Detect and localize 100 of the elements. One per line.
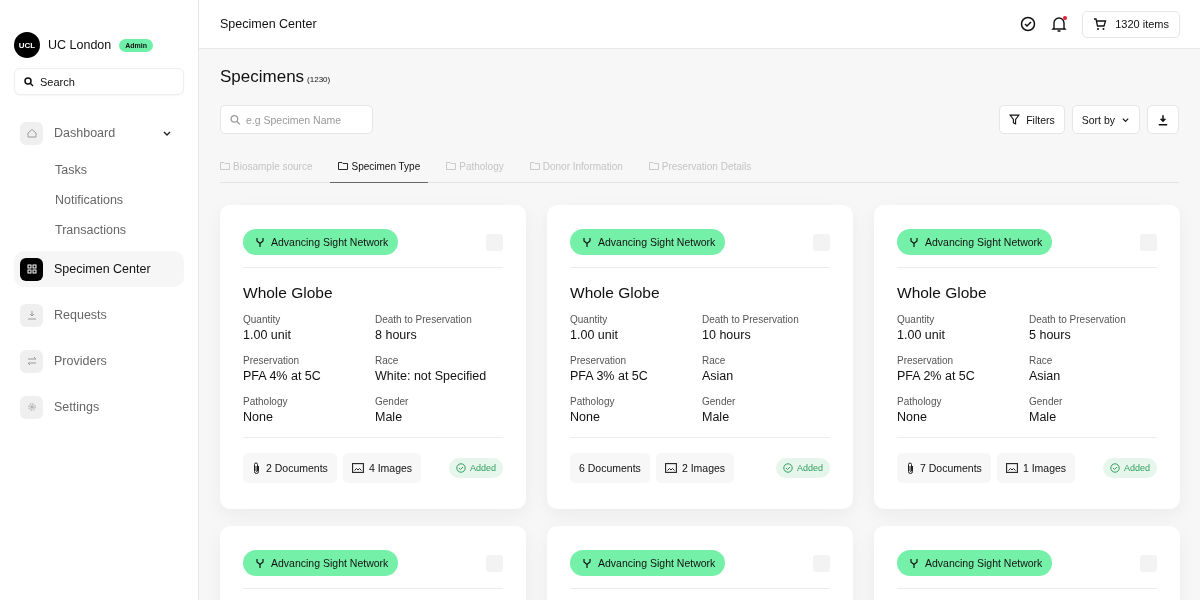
- bell-icon[interactable]: [1050, 15, 1069, 33]
- image-icon: [1005, 463, 1018, 473]
- search-icon: [24, 76, 34, 87]
- nav-item[interactable]: Specimen Center: [14, 251, 184, 287]
- filters-button[interactable]: Filters: [999, 105, 1065, 134]
- field-label: Pathology: [570, 396, 616, 407]
- field-label: Pathology: [243, 396, 289, 407]
- network-tag: Advancing Sight Network: [570, 229, 726, 255]
- network-tag: Advancing Sight Network: [243, 550, 399, 576]
- org-name: UC London: [48, 38, 112, 52]
- field-value: Asian: [1029, 369, 1062, 383]
- cart-button[interactable]: 1320 items: [1082, 10, 1180, 38]
- network-tag: Advancing Sight Network: [243, 229, 399, 255]
- folder-icon: [648, 162, 659, 170]
- nav-subitem[interactable]: Notifications: [14, 185, 184, 215]
- field-value: 1.00 unit: [243, 328, 292, 342]
- specimen-card[interactable]: Advancing Sight Network Whole Globe Quantity 1.00 unit Death to Preservation 8 hours Preservation PFA 4% at 5C Race White: not Specified Pathology None Gender Male 2 Documents 4 Images Added: [220, 205, 526, 509]
- search-icon: [230, 114, 241, 125]
- added-status: Added: [775, 458, 830, 478]
- search-field[interactable]: Search: [14, 68, 184, 95]
- field-value: White: not Specified: [375, 369, 488, 383]
- check-circle-icon[interactable]: [1020, 16, 1037, 32]
- field-value: 8 hours: [375, 328, 418, 342]
- field-label: Gender: [702, 396, 737, 407]
- fork-icon: [909, 236, 919, 248]
- specimen-card[interactable]: Advancing Sight Network: [220, 526, 526, 600]
- filter-icon: [1009, 114, 1021, 125]
- nav-item[interactable]: Providers: [14, 343, 184, 379]
- nav-item[interactable]: Dashboard: [14, 115, 184, 151]
- fork-icon: [909, 557, 919, 569]
- field-label: Pathology: [897, 396, 943, 407]
- field-value: 1.00 unit: [897, 328, 946, 342]
- card-title: Whole Globe: [243, 284, 334, 302]
- field-value: None: [897, 410, 928, 424]
- fork-icon: [255, 236, 265, 248]
- documents-chip[interactable]: 7 Documents: [897, 453, 991, 483]
- field-label: Quantity: [570, 314, 609, 325]
- field-label: Death to Preservation: [702, 314, 800, 325]
- download-icon: [26, 310, 37, 320]
- folder-icon: [220, 162, 230, 170]
- grid-icon: [26, 264, 37, 274]
- nav-subitem[interactable]: Tasks: [14, 155, 184, 185]
- network-tag: Advancing Sight Network: [897, 229, 1053, 255]
- field-value: PFA 4% at 5C: [243, 369, 322, 383]
- cart-icon: [1093, 17, 1108, 31]
- folder-icon: [338, 162, 349, 170]
- chevron-down-icon: [1121, 115, 1130, 124]
- field-label: Preservation: [897, 355, 955, 366]
- images-chip[interactable]: 2 Images: [655, 453, 735, 483]
- fork-icon: [582, 236, 592, 248]
- sort-dropdown[interactable]: Sort by: [1071, 105, 1140, 134]
- field-label: Race: [1029, 355, 1054, 366]
- specimen-card[interactable]: Advancing Sight Network Whole Globe Quantity 1.00 unit Death to Preservation 10 hours Preservation PFA 3% at 5C Race Asian Pathology None Gender Male 6 Documents 2 Images Added: [547, 205, 853, 509]
- added-status: Added: [1102, 458, 1157, 478]
- image-icon: [351, 463, 364, 473]
- nav-item[interactable]: Settings: [14, 389, 184, 425]
- header-title: Specimen Center: [220, 17, 317, 31]
- field-label: Race: [702, 355, 727, 366]
- page-title: Specimens: [220, 67, 305, 87]
- field-value: Asian: [702, 369, 735, 383]
- folder-icon: [529, 162, 540, 170]
- network-tag: Advancing Sight Network: [570, 550, 726, 576]
- specimen-card[interactable]: Advancing Sight Network Whole Globe Quantity 1.00 unit Death to Preservation 5 hours Preservation PFA 2% at 5C Race Asian Pathology None Gender Male 7 Documents 1 Images Added: [874, 205, 1180, 509]
- field-value: None: [243, 410, 274, 424]
- field-value: PFA 2% at 5C: [897, 369, 976, 383]
- documents-chip[interactable]: 2 Documents: [243, 453, 337, 483]
- field-label: Quantity: [897, 314, 936, 325]
- documents-chip[interactable]: 6 Documents: [570, 453, 650, 483]
- field-value: 5 hours: [1029, 328, 1072, 342]
- field-value: Male: [702, 410, 731, 424]
- download-button[interactable]: [1147, 105, 1179, 134]
- check-circle-icon: [782, 463, 793, 473]
- field-value: PFA 3% at 5C: [570, 369, 649, 383]
- field-label: Preservation: [570, 355, 628, 366]
- specimen-count: (1230): [307, 75, 331, 84]
- field-value: 1.00 unit: [570, 328, 619, 342]
- field-label: Preservation: [243, 355, 301, 366]
- field-value: Male: [1029, 410, 1058, 424]
- specimen-card[interactable]: Advancing Sight Network: [874, 526, 1180, 600]
- fork-icon: [255, 557, 265, 569]
- field-label: Quantity: [243, 314, 282, 325]
- tab[interactable]: Specimen Type: [330, 150, 429, 183]
- nav-subitem[interactable]: Transactions: [14, 215, 184, 245]
- images-chip[interactable]: 4 Images: [342, 453, 422, 483]
- check-circle-icon: [455, 463, 466, 473]
- field-label: Gender: [1029, 396, 1064, 407]
- field-value: Male: [375, 410, 404, 424]
- field-value: None: [570, 410, 601, 424]
- swap-arrows-icon: [26, 356, 37, 366]
- folder-icon: [446, 162, 457, 170]
- paperclip-icon: [906, 461, 915, 475]
- specimen-card[interactable]: Advancing Sight Network: [547, 526, 853, 600]
- nav-item[interactable]: Requests: [14, 297, 184, 333]
- field-value: 10 hours: [702, 328, 752, 342]
- specimen-search-field[interactable]: e.g Specimen Name: [220, 105, 373, 134]
- card-title: Whole Globe: [897, 284, 988, 302]
- images-chip[interactable]: 1 Images: [996, 453, 1076, 483]
- added-status: Added: [448, 458, 503, 478]
- settings-icon: [26, 402, 37, 412]
- image-icon: [664, 463, 677, 473]
